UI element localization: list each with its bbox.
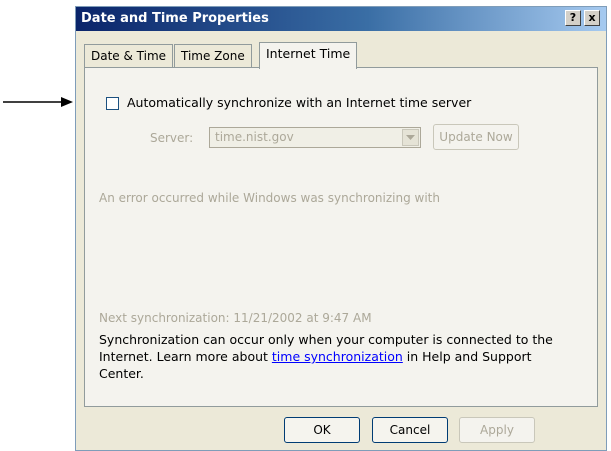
- tab-internet-time[interactable]: Internet Time: [259, 42, 358, 69]
- apply-button[interactable]: Apply: [459, 417, 535, 443]
- pointer-arrow-icon: [3, 97, 73, 107]
- ok-button[interactable]: OK: [284, 417, 360, 443]
- help-text: Synchronization can occur only when your…: [99, 331, 579, 382]
- server-combobox[interactable]: time.nist.gov: [209, 127, 421, 148]
- title-bar[interactable]: Date and Time Properties ? x: [76, 7, 606, 31]
- update-now-button[interactable]: Update Now: [433, 124, 519, 150]
- server-value: time.nist.gov: [215, 130, 294, 144]
- date-time-properties-dialog: Date and Time Properties ? x Date & Time…: [75, 6, 607, 451]
- next-sync-text: Next synchronization: 11/21/2002 at 9:47…: [99, 311, 372, 325]
- auto-sync-checkbox[interactable]: [106, 97, 119, 110]
- tab-date-time[interactable]: Date & Time: [84, 44, 174, 67]
- close-button[interactable]: x: [584, 10, 600, 26]
- help-button[interactable]: ?: [565, 10, 581, 26]
- tab-time-zone[interactable]: Time Zone: [174, 44, 252, 67]
- window-title: Date and Time Properties: [81, 11, 269, 26]
- time-sync-link[interactable]: time synchronization: [272, 349, 403, 364]
- dropdown-arrow-icon[interactable]: [402, 129, 419, 146]
- cancel-button[interactable]: Cancel: [372, 417, 448, 443]
- auto-sync-label: Automatically synchronize with an Intern…: [127, 95, 472, 110]
- server-label: Server:: [150, 131, 194, 145]
- sync-status-text: An error occurred while Windows was sync…: [99, 191, 440, 205]
